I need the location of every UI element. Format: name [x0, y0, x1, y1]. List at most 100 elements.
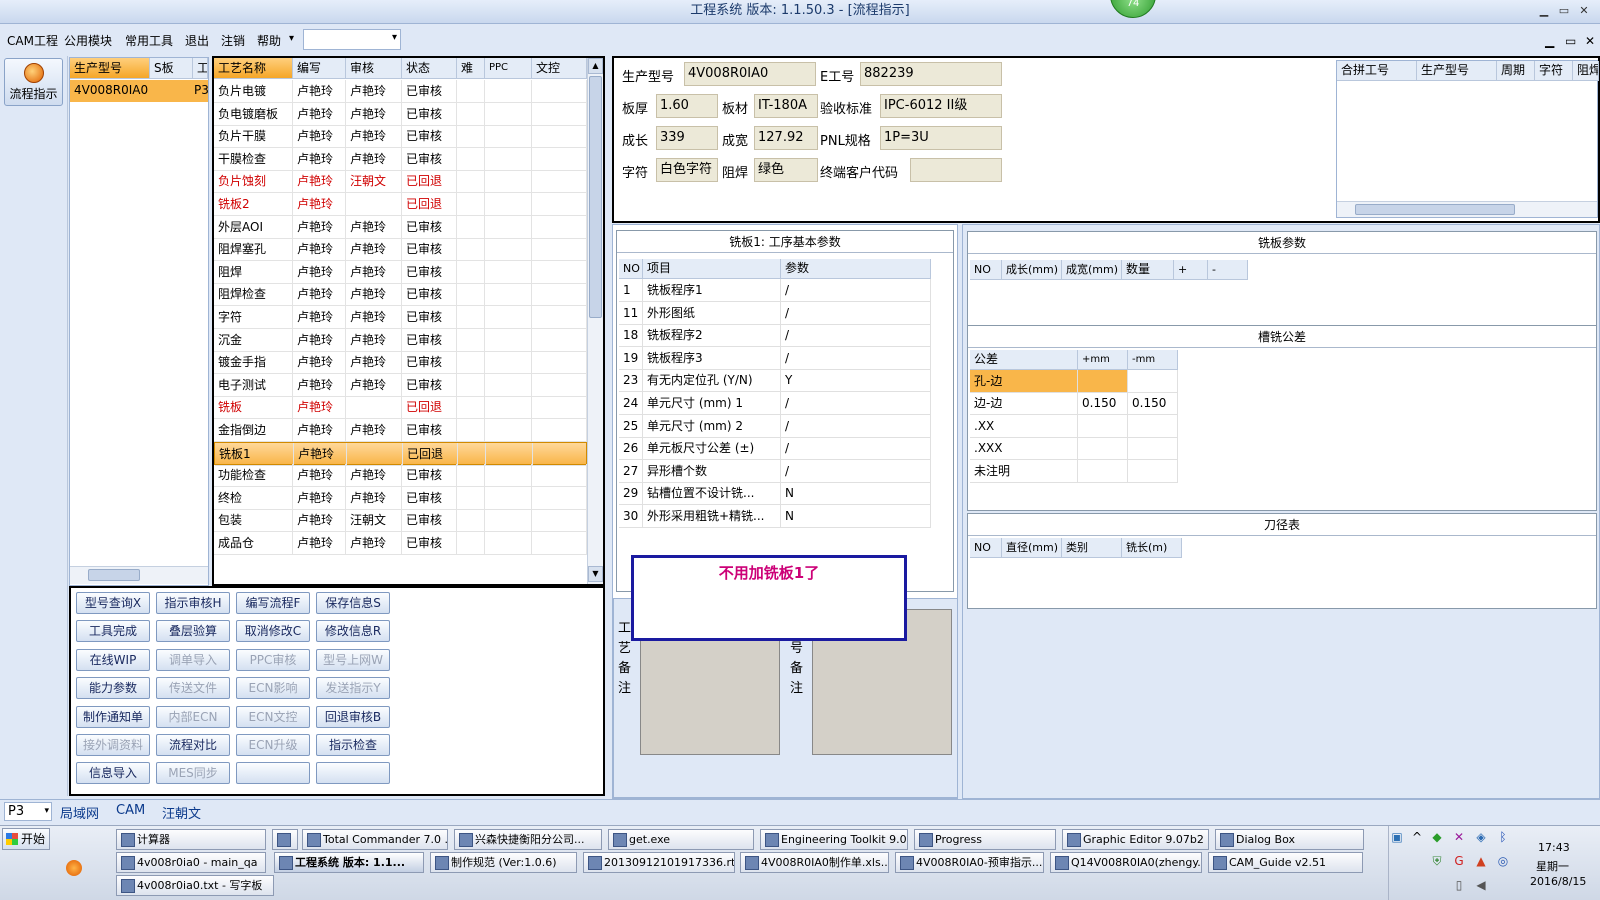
- action-button[interactable]: 修改信息R: [316, 620, 390, 643]
- action-button[interactable]: 能力参数: [76, 677, 150, 700]
- minimize-button[interactable]: ▁: [1536, 3, 1552, 19]
- param-cell-value[interactable]: /: [781, 392, 931, 415]
- process-header-difficulty[interactable]: 难: [457, 58, 485, 79]
- action-button[interactable]: 取消修改C: [236, 620, 310, 643]
- params-header-no[interactable]: NO: [619, 259, 643, 279]
- action-button[interactable]: 制作通知单: [76, 705, 150, 728]
- tray-sync-icon[interactable]: ◎: [1496, 854, 1510, 868]
- width-field[interactable]: 127.92: [754, 126, 818, 150]
- taskbar-button[interactable]: 4v008r0ia0.txt - 写字板: [116, 875, 274, 896]
- mill-header-width[interactable]: 成宽(mm): [1062, 260, 1122, 280]
- taskbar-button[interactable]: get.exe: [608, 829, 754, 850]
- taskbar-button[interactable]: CAM_Guide v2.51: [1208, 852, 1363, 873]
- action-button[interactable]: ECN影响: [236, 677, 310, 700]
- tray-red-icon[interactable]: G: [1452, 854, 1466, 868]
- process-row[interactable]: 成品仓 卢艳玲 卢艳玲 已审核: [214, 532, 587, 555]
- params-header-item[interactable]: 项目: [643, 259, 781, 279]
- process-row[interactable]: 负片干膜 卢艳玲 卢艳玲 已审核: [214, 125, 587, 149]
- menu-tools[interactable]: 常用工具: [125, 32, 173, 49]
- tray-green-icon[interactable]: ◆: [1430, 830, 1444, 844]
- tray-network-icon[interactable]: ◈: [1474, 830, 1488, 844]
- pnl-field[interactable]: 1P=3U: [880, 126, 1002, 150]
- action-button[interactable]: 调单导入: [156, 648, 230, 671]
- param-cell-value[interactable]: /: [781, 324, 931, 348]
- quicklaunch-icon[interactable]: [66, 860, 82, 876]
- taskbar-button[interactable]: [272, 829, 298, 850]
- flow-instruction-button[interactable]: 流程指示: [4, 58, 63, 106]
- process-row[interactable]: 负电镀磨板 卢艳玲 卢艳玲 已审核: [214, 102, 587, 126]
- param-cell-value[interactable]: /: [781, 437, 931, 461]
- taskbar-button[interactable]: Engineering Toolkit 9.0...: [760, 829, 908, 850]
- menu-logout[interactable]: 注销: [221, 32, 245, 49]
- taskbar-button[interactable]: Total Commander 7.0 ...: [302, 829, 448, 850]
- merge-header-mask[interactable]: 阻焊: [1573, 61, 1599, 81]
- help-chevron-icon[interactable]: ▾: [289, 33, 294, 44]
- taskbar-button[interactable]: Q14V008R0IA0(zhengy...: [1050, 852, 1202, 873]
- action-button[interactable]: PPC审核: [236, 648, 310, 671]
- model-list-header-process[interactable]: 工: [193, 58, 208, 79]
- action-button[interactable]: 指示检查: [316, 734, 390, 756]
- tool-header-dia[interactable]: 直径(mm): [1002, 538, 1062, 558]
- action-button[interactable]: 回退审核B: [316, 705, 390, 728]
- tol-cell-plus[interactable]: 0.150: [1078, 392, 1128, 416]
- e-no-field[interactable]: 882239: [860, 62, 1002, 86]
- param-cell-value[interactable]: N: [781, 482, 931, 506]
- process-header-writer[interactable]: 编写: [293, 58, 346, 79]
- process-row[interactable]: 阻焊塞孔 卢艳玲 卢艳玲 已审核: [214, 238, 587, 262]
- action-button[interactable]: 信息导入: [76, 762, 150, 785]
- tol-cell-minus[interactable]: 0.150: [1128, 392, 1178, 416]
- process-row[interactable]: 字符 卢艳玲 卢艳玲 已审核: [214, 306, 587, 329]
- start-button[interactable]: 开始: [2, 828, 50, 850]
- process-row[interactable]: 外层AOI 卢艳玲 卢艳玲 已审核: [214, 215, 587, 239]
- status-combo[interactable]: P3 ▾: [4, 802, 52, 821]
- bluetooth-icon[interactable]: ᛒ: [1496, 830, 1510, 844]
- menu-combo[interactable]: [303, 29, 401, 50]
- action-button[interactable]: 传送文件: [156, 677, 230, 700]
- param-cell-value[interactable]: N: [781, 505, 931, 528]
- taskbar-button[interactable]: 计算器: [116, 829, 266, 850]
- process-row[interactable]: 负片蚀刻 卢艳玲 汪朝文 已回退: [214, 170, 587, 194]
- taskbar-button[interactable]: 20130912101917336.rt...: [583, 852, 735, 873]
- process-row[interactable]: 终检 卢艳玲 卢艳玲 已审核: [214, 486, 587, 510]
- process-row[interactable]: 阻焊 卢艳玲 卢艳玲 已审核: [214, 260, 587, 284]
- process-grid-vscroll-thumb[interactable]: [589, 76, 602, 318]
- action-button[interactable]: ECN文控: [236, 705, 310, 728]
- mdi-close-button[interactable]: ✕: [1585, 34, 1595, 48]
- mdi-minimize-button[interactable]: ▁: [1545, 34, 1554, 48]
- tol-cell-minus[interactable]: [1128, 437, 1178, 461]
- scroll-up-icon[interactable]: ▲: [588, 58, 603, 74]
- process-header-name[interactable]: 工艺名称: [214, 58, 293, 79]
- taskbar-button[interactable]: 4v008r0ia0 - main_qa: [116, 852, 266, 873]
- process-row[interactable]: 金指倒边 卢艳玲 卢艳玲 已审核: [214, 419, 587, 442]
- model-list-header-s[interactable]: S板: [150, 58, 193, 79]
- tol-header-tol[interactable]: 公差: [970, 350, 1078, 370]
- mill-header-qty[interactable]: 数量: [1122, 260, 1174, 280]
- process-row[interactable]: 沉金 卢艳玲 卢艳玲 已审核: [214, 328, 587, 352]
- params-header-value[interactable]: 参数: [781, 259, 931, 279]
- action-button[interactable]: ECN升级: [236, 734, 310, 756]
- standard-field[interactable]: IPC-6012 II级: [880, 94, 1002, 118]
- action-button[interactable]: 工具完成: [76, 620, 150, 643]
- process-header-doc-control[interactable]: 文控: [532, 58, 587, 79]
- volume-icon[interactable]: ◀: [1474, 878, 1488, 892]
- process-row[interactable]: 负片电镀 卢艳玲 卢艳玲 已审核: [214, 80, 587, 103]
- scroll-down-icon[interactable]: ▼: [588, 566, 603, 582]
- menu-cam[interactable]: CAM工程: [7, 32, 58, 49]
- merge-header-cycle[interactable]: 周期: [1497, 61, 1535, 81]
- model-list-header-model[interactable]: 生产型号: [70, 58, 150, 79]
- customer-code-field[interactable]: [910, 158, 1002, 182]
- action-button[interactable]: 在线WIP: [76, 648, 150, 671]
- taskbar-button[interactable]: 4V008R0IA0-预审指示...: [895, 852, 1044, 873]
- process-row[interactable]: 铣板2 卢艳玲 已回退: [214, 193, 587, 216]
- tol-cell-plus[interactable]: [1078, 459, 1128, 483]
- process-row[interactable]: 电子测试 卢艳玲 卢艳玲 已审核: [214, 373, 587, 397]
- process-header-ppc[interactable]: PPC: [485, 58, 532, 79]
- process-row[interactable]: 包装 卢艳玲 汪朝文 已审核: [214, 509, 587, 533]
- menu-exit[interactable]: 退出: [185, 32, 209, 49]
- action-button[interactable]: 内部ECN: [156, 705, 230, 728]
- mill-header-length[interactable]: 成长(mm): [1002, 260, 1062, 280]
- tol-cell-plus[interactable]: [1078, 414, 1128, 438]
- thickness-field[interactable]: 1.60: [656, 94, 718, 118]
- action-button[interactable]: 保存信息S: [316, 592, 390, 614]
- tol-cell-minus[interactable]: [1128, 370, 1178, 393]
